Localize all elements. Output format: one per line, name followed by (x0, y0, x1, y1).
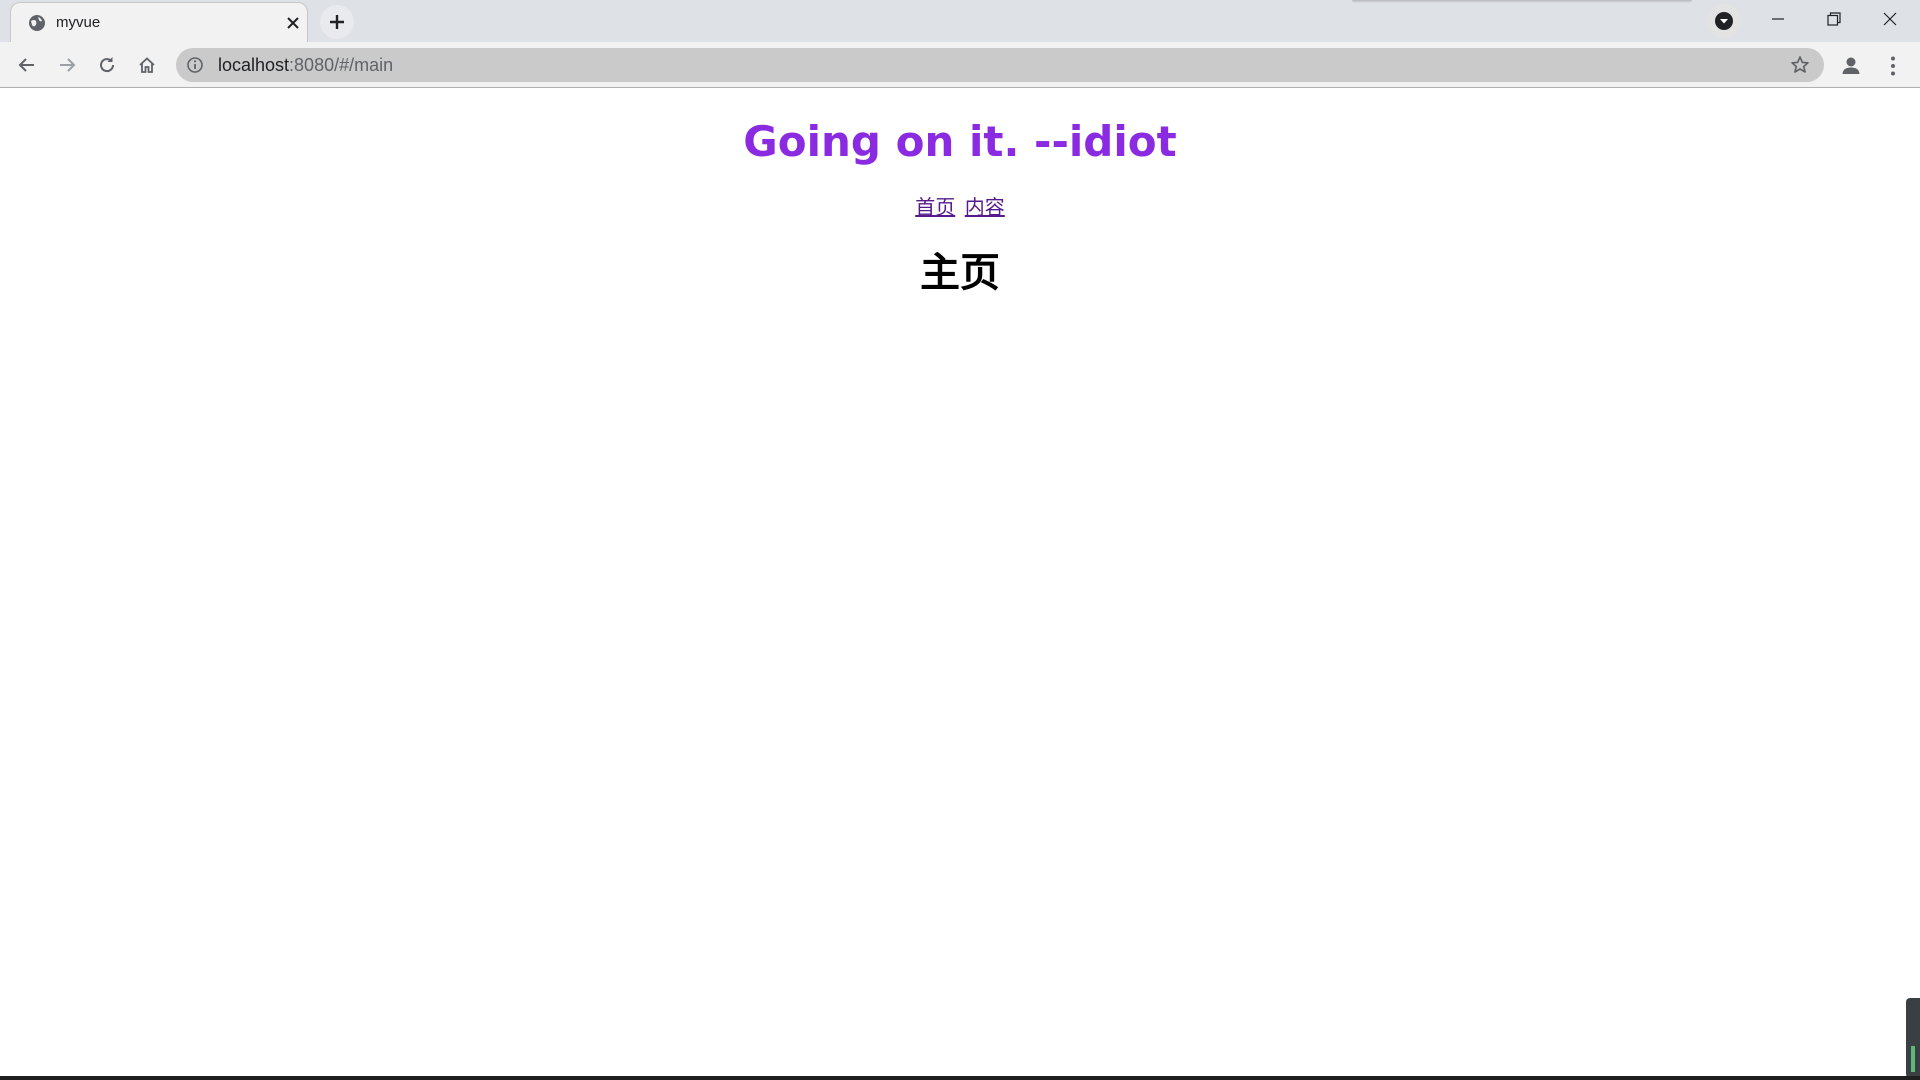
close-window-button[interactable] (1862, 0, 1918, 38)
info-icon[interactable] (186, 56, 204, 74)
tab-strip: myvue (0, 0, 1920, 42)
url-host: localhost (218, 55, 290, 75)
page-viewport: Going on it. --idiot 首页 内容 主页 (0, 88, 1920, 1080)
close-icon[interactable] (283, 13, 303, 33)
tab-title: myvue (56, 14, 101, 31)
close-icon (1883, 12, 1897, 26)
side-widget[interactable] (1906, 998, 1920, 1078)
url-path: :8080/#/main (289, 55, 394, 75)
arrow-right-icon (60, 58, 76, 72)
minimize-button[interactable] (1750, 0, 1806, 38)
browser-window: myvue localhost:8080/#/main Going on it.… (0, 0, 1920, 1080)
home-button[interactable] (131, 49, 163, 81)
person-icon[interactable] (1838, 53, 1864, 79)
restore-icon (1827, 12, 1841, 26)
more-vertical-icon[interactable] (1880, 53, 1906, 79)
back-button[interactable] (11, 49, 43, 81)
chevron-down-icon (1715, 12, 1733, 30)
nav-link-content[interactable]: 内容 (965, 197, 1005, 219)
router-nav: 首页 内容 (0, 196, 1920, 220)
arrow-left-icon (18, 58, 34, 72)
minimize-icon (1772, 18, 1784, 20)
forward-button[interactable] (51, 49, 83, 81)
star-icon[interactable] (1790, 55, 1810, 75)
new-tab-button[interactable] (320, 5, 354, 39)
extension-popup-edge (1352, 0, 1692, 3)
site-title: Going on it. --idiot (743, 117, 1177, 166)
url-text: localhost:8080/#/main (218, 55, 393, 75)
active-tab[interactable]: myvue (10, 2, 308, 42)
globe-icon (29, 15, 45, 31)
reload-icon (100, 57, 115, 73)
tab-search-button[interactable] (1707, 4, 1741, 38)
reload-button[interactable] (91, 49, 123, 81)
browser-toolbar: localhost:8080/#/main (0, 42, 1920, 88)
address-bar[interactable]: localhost:8080/#/main (176, 48, 1824, 82)
plus-icon (330, 15, 344, 29)
nav-link-home[interactable]: 首页 (915, 197, 955, 219)
restore-button[interactable] (1806, 0, 1862, 38)
side-widget-indicator (1911, 1046, 1915, 1072)
window-bottom-border (0, 1076, 1920, 1080)
home-icon (139, 57, 155, 73)
page-heading: 主页 (920, 251, 1000, 295)
